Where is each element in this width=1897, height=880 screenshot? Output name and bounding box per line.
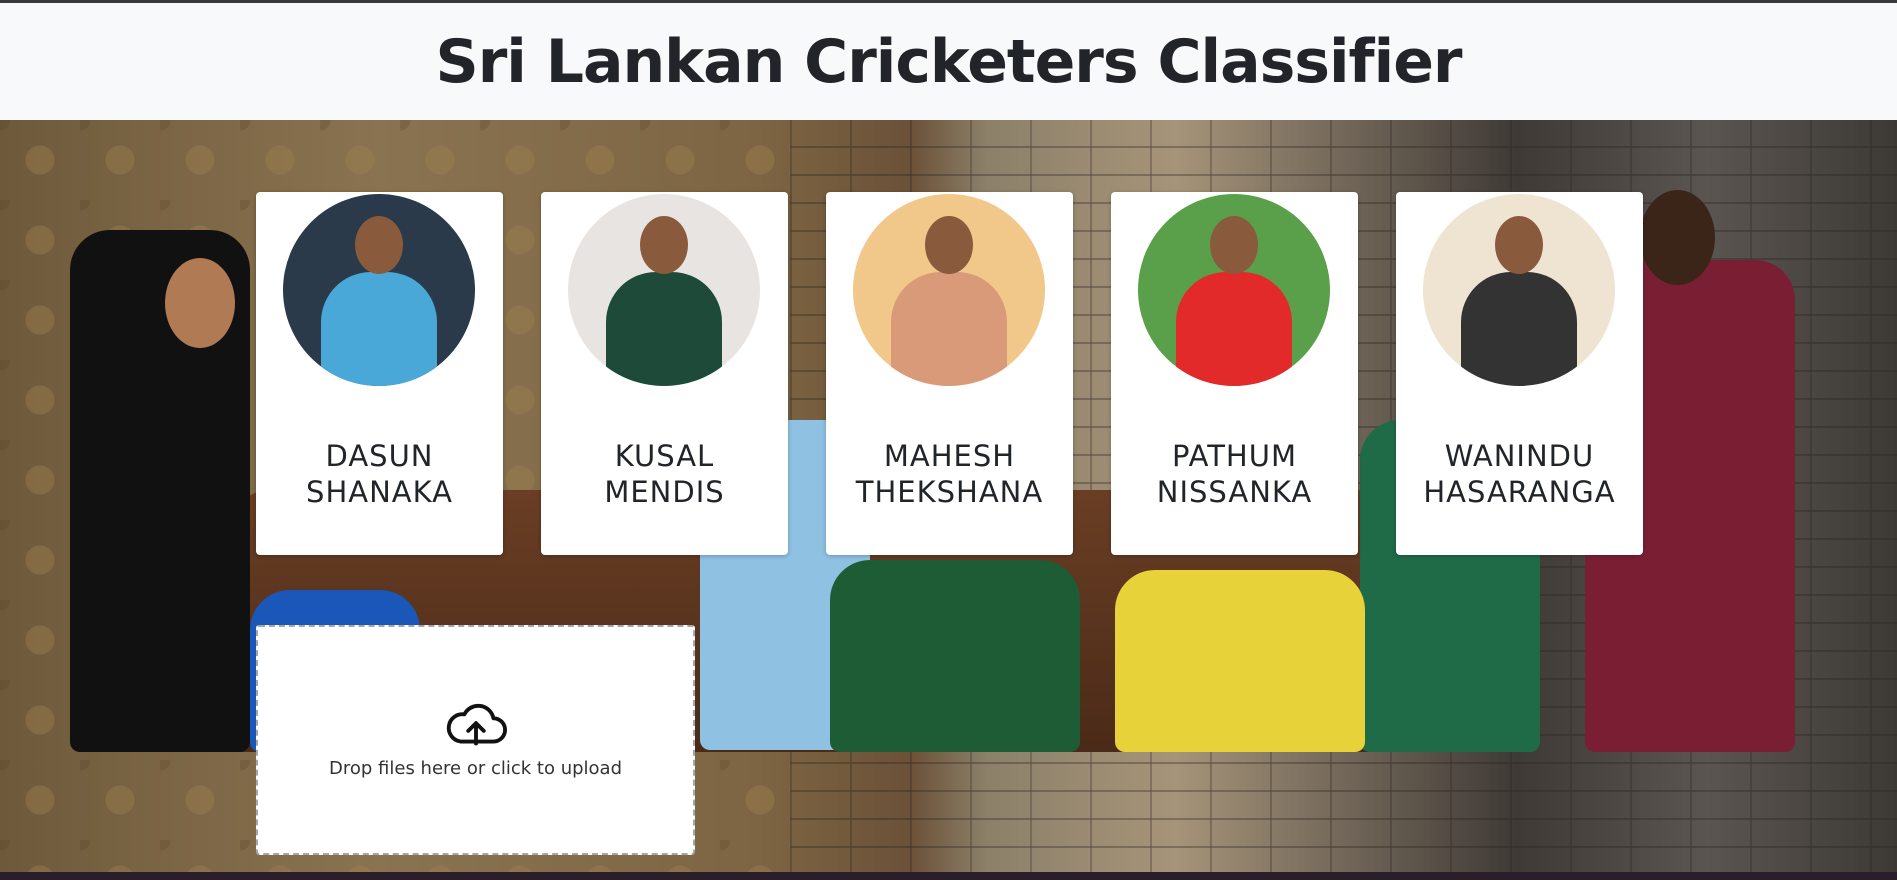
background-player-westindies-head	[1640, 190, 1715, 285]
player-card-dasun-shanaka: DASUN SHANAKA	[256, 192, 503, 555]
avatar	[283, 194, 475, 386]
page-header: Sri Lankan Cricketers Classifier	[0, 3, 1897, 120]
player-card-wanindu-hasaranga: WANINDU HASARANGA	[1396, 192, 1643, 555]
background-player-newzealand-head	[165, 258, 235, 348]
player-name: KUSAL MENDIS	[604, 439, 725, 509]
player-card-pathum-nissanka: PATHUM NISSANKA	[1111, 192, 1358, 555]
avatar	[1138, 194, 1330, 386]
background-player-pakistan	[830, 560, 1080, 752]
page-title: Sri Lankan Cricketers Classifier	[435, 26, 1462, 97]
cloud-upload-icon	[446, 703, 507, 745]
bottom-bar	[0, 872, 1897, 880]
upload-message: Drop files here or click to upload	[329, 757, 622, 779]
player-name: DASUN SHANAKA	[306, 439, 453, 509]
background-player-australia	[1115, 570, 1365, 752]
player-name: PATHUM NISSANKA	[1156, 439, 1313, 509]
player-card-mahesh-thekshana: MAHESH THEKSHANA	[826, 192, 1073, 555]
player-name: WANINDU HASARANGA	[1423, 439, 1616, 509]
player-name: MAHESH THEKSHANA	[855, 439, 1044, 509]
player-card-kusal-mendis: KUSAL MENDIS	[541, 192, 788, 555]
file-upload-dropzone[interactable]: Drop files here or click to upload	[256, 625, 695, 855]
avatar	[1423, 194, 1615, 386]
avatar	[568, 194, 760, 386]
avatar	[853, 194, 1045, 386]
